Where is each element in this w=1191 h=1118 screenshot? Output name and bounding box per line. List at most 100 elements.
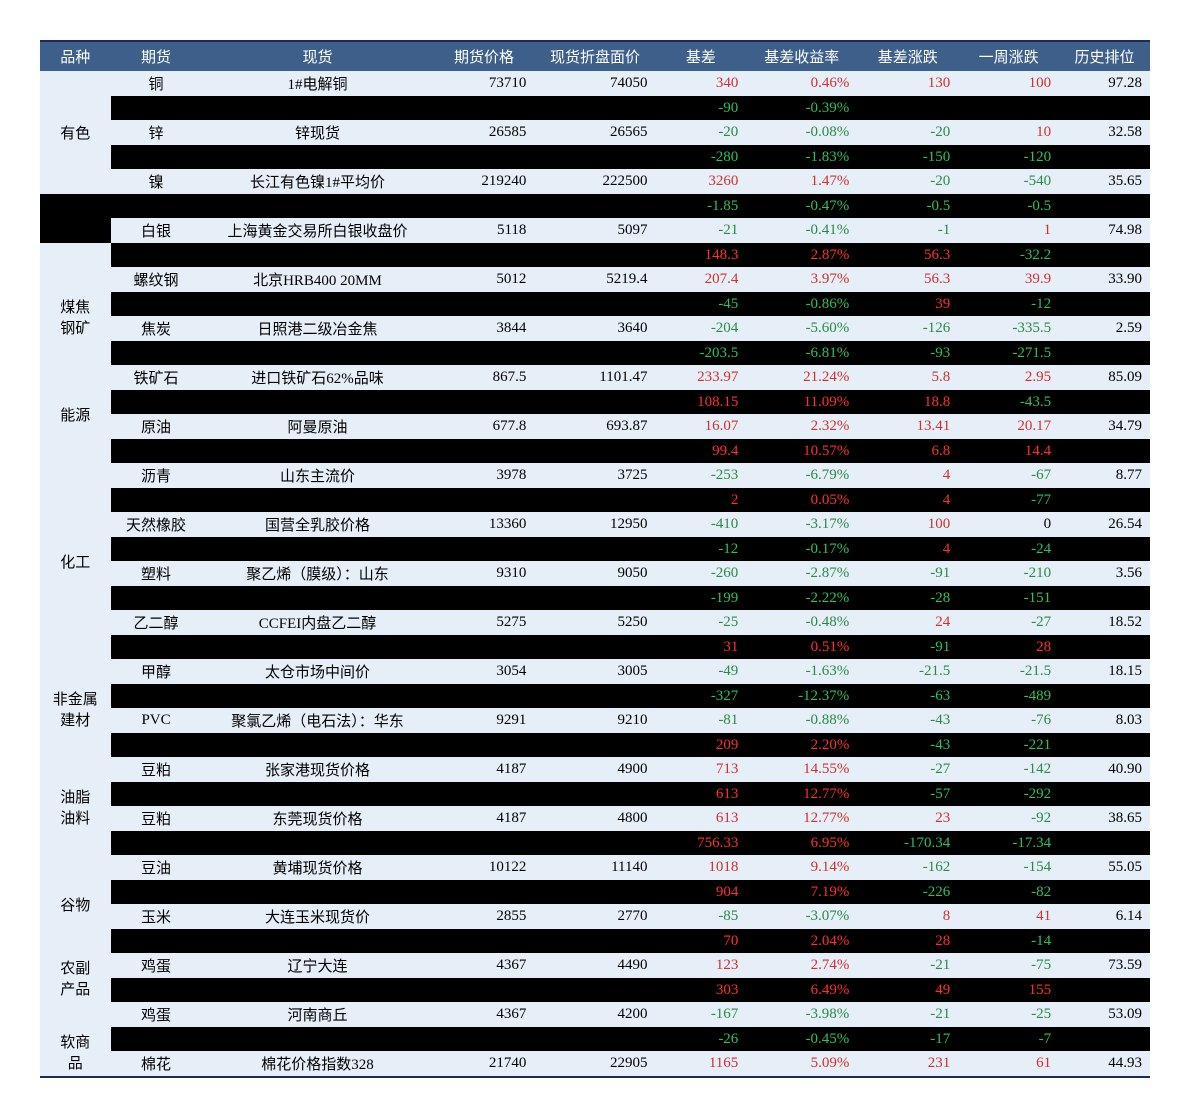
rank-cell: 38.65: [1059, 806, 1150, 831]
table-row: 甲醇太仓市场中间价30543005-49-1.63%-21.5-21.518.1…: [40, 659, 1150, 684]
futures-price-cell: 26585: [434, 120, 535, 145]
week-cell: 0: [958, 512, 1059, 537]
change-cell: -20: [857, 120, 958, 145]
category-cell: 非金属建材: [40, 684, 111, 733]
category-cell: 化工: [40, 439, 111, 684]
futures-price-cell: 21740: [434, 1051, 535, 1076]
rank-cell: 73.59: [1059, 953, 1150, 978]
futures-cell: [111, 635, 202, 659]
futures-cell: 铁矿石: [111, 365, 202, 390]
basis-cell: -410: [656, 512, 747, 537]
table-row: 农副产品702.04%28-14: [40, 929, 1150, 953]
week-cell: 2.95: [958, 365, 1059, 390]
change-cell: -91: [857, 635, 958, 659]
yield-cell: -3.17%: [746, 512, 857, 537]
spot-cell: 河南商丘: [201, 1002, 433, 1027]
rank-cell: [1059, 880, 1150, 904]
rank-cell: 3.56: [1059, 561, 1150, 586]
change-cell: -226: [857, 880, 958, 904]
change-cell: 4: [857, 463, 958, 488]
futures-cell: 棉花: [111, 1051, 202, 1076]
spot-cell: 山东主流价: [201, 463, 433, 488]
table-row: 玉米大连玉米现货价28552770-85-3.07%8416.14: [40, 904, 1150, 929]
futures-cell: [111, 684, 202, 708]
spot-cell: 聚乙烯（膜级）：山东: [201, 561, 433, 586]
basis-cell: -20: [656, 120, 747, 145]
week-cell: -32.2: [958, 243, 1059, 267]
futures-cell: 甲醇: [111, 659, 202, 684]
basis-cell: 613: [656, 806, 747, 831]
spot-cell: [201, 684, 433, 708]
spot-cell: 1#电解铜: [201, 71, 433, 96]
futures-cell: 天然橡胶: [111, 512, 202, 537]
table-header-row: 品种 期货 现货 期货价格 现货折盘面价 基差 基差收益率 基差涨跌 一周涨跌 …: [40, 42, 1150, 71]
basis-table-container: 品种 期货 现货 期货价格 现货折盘面价 基差 基差收益率 基差涨跌 一周涨跌 …: [40, 40, 1150, 1078]
futures-price-cell: 73710: [434, 71, 535, 96]
futures-cell: [111, 831, 202, 855]
spot-price-cell: 3640: [534, 316, 655, 341]
change-cell: -63: [857, 684, 958, 708]
week-cell: 1: [958, 218, 1059, 243]
spot-cell: 张家港现货价格: [201, 757, 433, 782]
table-row: PVC聚氯乙烯（电石法）：华东92919210-81-0.88%-43-768.…: [40, 708, 1150, 733]
spot-cell: [201, 292, 433, 316]
yield-cell: 2.04%: [746, 929, 857, 953]
table-row: 油脂油料2092.20%-43-221: [40, 733, 1150, 757]
spot-price-cell: 5097: [534, 218, 655, 243]
rank-cell: [1059, 96, 1150, 120]
futures-cell: [111, 929, 202, 953]
spot-cell: 东莞现货价格: [201, 806, 433, 831]
yield-cell: -0.41%: [746, 218, 857, 243]
col-basis-change: 基差涨跌: [857, 42, 958, 71]
table-row: 756.336.95%-170.34-17.34: [40, 831, 1150, 855]
week-cell: -12: [958, 292, 1059, 316]
yield-cell: 6.95%: [746, 831, 857, 855]
spot-price-cell: [534, 194, 655, 218]
change-cell: 49: [857, 978, 958, 1002]
table-row: 20.05%4-77: [40, 488, 1150, 512]
yield-cell: -0.48%: [746, 610, 857, 635]
rank-cell: [1059, 439, 1150, 463]
spot-cell: 辽宁大连: [201, 953, 433, 978]
yield-cell: -0.17%: [746, 537, 857, 561]
week-cell: 100: [958, 71, 1059, 96]
week-cell: -120: [958, 145, 1059, 169]
futures-price-cell: 5012: [434, 267, 535, 292]
week-cell: -540: [958, 169, 1059, 194]
yield-cell: -0.86%: [746, 292, 857, 316]
futures-price-cell: [434, 537, 535, 561]
spot-cell: [201, 145, 433, 169]
futures-price-cell: [434, 978, 535, 1002]
spot-cell: [201, 733, 433, 757]
week-cell: -24: [958, 537, 1059, 561]
futures-price-cell: 4187: [434, 757, 535, 782]
rank-cell: 34.79: [1059, 414, 1150, 439]
spot-cell: 太仓市场中间价: [201, 659, 433, 684]
spot-price-cell: 4200: [534, 1002, 655, 1027]
col-spot-price: 现货折盘面价: [534, 42, 655, 71]
rank-cell: 18.52: [1059, 610, 1150, 635]
rank-cell: 8.77: [1059, 463, 1150, 488]
spot-price-cell: [534, 537, 655, 561]
rank-cell: [1059, 537, 1150, 561]
week-cell: -151: [958, 586, 1059, 610]
week-cell: -17.34: [958, 831, 1059, 855]
col-basis: 基差: [656, 42, 747, 71]
futures-price-cell: [434, 635, 535, 659]
week-cell: -67: [958, 463, 1059, 488]
yield-cell: -0.45%: [746, 1027, 857, 1051]
spot-price-cell: [534, 145, 655, 169]
rank-cell: [1059, 341, 1150, 365]
week-cell: 39.9: [958, 267, 1059, 292]
table-row: 天然橡胶国营全乳胶价格1336012950-410-3.17%100026.54: [40, 512, 1150, 537]
futures-price-cell: 9310: [434, 561, 535, 586]
table-row: 鸡蛋辽宁大连436744901232.74%-21-7573.59: [40, 953, 1150, 978]
basis-cell: 99.4: [656, 439, 747, 463]
table-row: 乙二醇CCFEI内盘乙二醇52755250-25-0.48%24-2718.52: [40, 610, 1150, 635]
spot-cell: [201, 929, 433, 953]
basis-cell: -26: [656, 1027, 747, 1051]
basis-cell: -49: [656, 659, 747, 684]
category-cell: 能源: [40, 390, 111, 439]
spot-price-cell: [534, 831, 655, 855]
basis-cell: -167: [656, 1002, 747, 1027]
